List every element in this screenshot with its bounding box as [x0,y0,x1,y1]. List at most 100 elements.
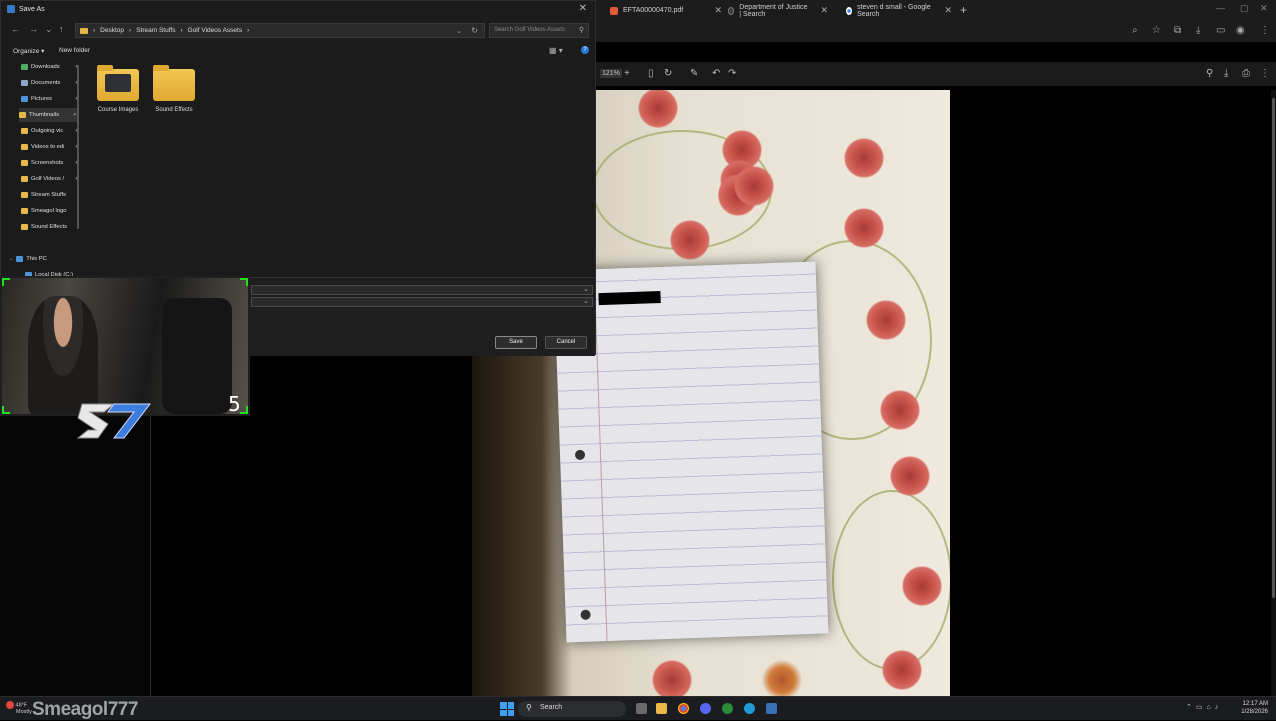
flower [844,138,884,178]
nav-item-pictures[interactable]: Pictures✦ [21,92,79,106]
print-icon[interactable]: ⎙ [1242,68,1250,79]
nav-item-golf-videos[interactable]: Golf Videos /✦ [21,172,79,186]
edge-icon[interactable] [744,703,755,714]
breadcrumb-item[interactable]: Desktop [100,27,124,34]
rotate-icon[interactable]: ↻ [664,68,672,79]
tab-label: Department of Justice | Search [739,3,808,18]
download-icon[interactable]: ⤓ [1196,25,1200,36]
close-icon[interactable]: ✕ [714,5,722,16]
close-icon[interactable]: ✕ [944,5,952,16]
recent-chevron-icon[interactable]: ⌄ [45,24,53,35]
clock[interactable]: 12:17 AM 1/28/2026 [1241,700,1268,716]
folder-icon [21,128,28,134]
save-button[interactable]: Save [495,336,537,349]
scrollbar-thumb[interactable] [1272,98,1275,598]
refresh-icon[interactable]: ↻ [471,26,478,35]
view-options-icon[interactable]: ▦ ▾ [549,46,563,55]
more-icon[interactable]: ⋮ [1260,68,1270,79]
zoom-level[interactable]: 121% [600,69,622,78]
weather-icon [6,701,14,709]
chevron-down-icon[interactable]: ⌄ [583,285,589,293]
nav-item-thumbnails[interactable]: Thumbnails ✦ [19,108,77,122]
pictures-folder-icon [21,96,28,102]
search-input[interactable]: Search Golf Videos Assets ⚲ [489,23,589,38]
close-icon[interactable]: ✕ [579,3,587,14]
nav-item-label: Downloads [31,64,60,70]
up-arrow-icon[interactable]: ↑ [59,24,64,34]
minimize-icon[interactable]: — [1216,3,1225,13]
address-bar[interactable]: › Desktop › Stream Stuffs › Golf Videos … [75,23,485,38]
computer-icon [16,256,24,262]
task-view-icon[interactable] [636,703,647,714]
taskbar-search[interactable]: ⚲ Search [518,701,626,717]
window-close-icon[interactable]: ✕ [1260,3,1268,14]
folder-icon [21,160,28,166]
new-folder-button[interactable]: New folder [59,47,90,54]
nav-item-downloads[interactable]: Downloads✦ [21,60,79,74]
pdf-scrollbar[interactable] [1271,90,1276,696]
tab-label: steven d small - Google Search [857,3,931,18]
pdf-download-icon[interactable]: ⤓ [1224,68,1228,79]
chevron-down-icon[interactable]: ⌄ [583,297,589,305]
breadcrumb-item[interactable]: Stream Stuffs [136,27,175,34]
folder-sound-effects[interactable]: Sound Effects [145,65,203,113]
nav-item-stream-stuffs[interactable]: Stream Stuffs [21,188,79,202]
undo-icon[interactable]: ↶ [712,68,720,79]
discord-icon[interactable] [700,703,711,714]
redo-icon[interactable]: ↷ [728,68,736,79]
menu-icon[interactable]: ⋮ [1260,25,1270,36]
profile-icon[interactable]: ◉ [1236,25,1245,36]
chevron-down-icon[interactable]: ⌄ [456,27,462,35]
frame-corner [240,406,248,414]
help-icon[interactable]: ? [581,46,589,54]
close-icon[interactable]: ✕ [820,5,828,16]
xbox-icon[interactable] [722,703,733,714]
new-tab-button[interactable]: + [960,3,967,17]
system-tray-icons[interactable]: ⌃▭⌂♪ [1186,703,1222,711]
zoom-icon[interactable]: ⌕ [1132,25,1138,36]
chevron-down-icon[interactable]: ⌄ [9,256,13,262]
weather-widget[interactable]: 48°F Mostly [6,701,32,715]
forward-arrow-icon[interactable]: → [29,24,38,34]
bookmark-star-icon[interactable]: ☆ [1152,25,1161,36]
clock-date: 1/28/2026 [1241,709,1268,715]
tab-google[interactable]: steven d small - Google Search ✕ [840,2,958,19]
extensions-icon[interactable]: ⧉ [1174,25,1181,36]
dialog-title-bar[interactable]: Save As ✕ [1,1,595,17]
nav-item-screenshots[interactable]: Screenshots✦ [21,156,79,170]
punch-hole [580,609,591,620]
nav-item-videos-to-edit[interactable]: Videos to edi✦ [21,140,79,154]
search-pdf-icon[interactable]: ⚲ [1206,68,1213,79]
maximize-icon[interactable]: ▢ [1240,3,1249,14]
draw-icon[interactable]: ✎ [690,68,698,79]
back-arrow-icon[interactable]: ← [11,24,20,34]
file-explorer-icon[interactable] [656,703,667,714]
flower [880,390,920,430]
nav-item-outgoing[interactable]: Outgoing vic✦ [21,124,79,138]
nav-item-sound-effects[interactable]: Sound Effects [21,220,79,234]
tab-doj[interactable]: Department of Justice | Search ✕ [722,2,834,19]
folder-course-images[interactable]: Course Images [89,65,147,113]
file-name-field[interactable]: ⌄ [251,285,593,295]
search-icon: ⚲ [526,703,532,712]
tab-pdf[interactable]: EFTA00000470.pdf ✕ [604,2,728,19]
search-icon: ⚲ [578,27,584,34]
nav-item-smeagol-logo[interactable]: Smeagol logo [21,204,79,218]
zoom-in-icon[interactable]: + [624,68,630,79]
nav-item-documents[interactable]: Documents✦ [21,76,79,90]
windows-start-button[interactable] [500,702,514,716]
weather-temp: 48°F [15,702,28,709]
nav-item-this-pc[interactable]: ⌄ This PC [9,252,67,266]
chrome-icon[interactable] [678,703,689,714]
sidebar-icon[interactable]: ▭ [1216,25,1225,36]
fit-page-icon[interactable]: ▯ [648,68,654,79]
breadcrumb-item[interactable]: Golf Videos Assets [188,27,242,34]
save-as-type-field[interactable]: ⌄ [251,297,593,307]
cancel-button[interactable]: Cancel [545,336,587,349]
folder-thumbnail [105,74,131,92]
app-icon[interactable] [766,703,777,714]
nav-item-label: Pictures [31,96,52,102]
nav-scrollbar[interactable] [77,65,79,229]
organize-menu[interactable]: Organize ▾ [13,47,44,55]
flower [902,566,942,606]
